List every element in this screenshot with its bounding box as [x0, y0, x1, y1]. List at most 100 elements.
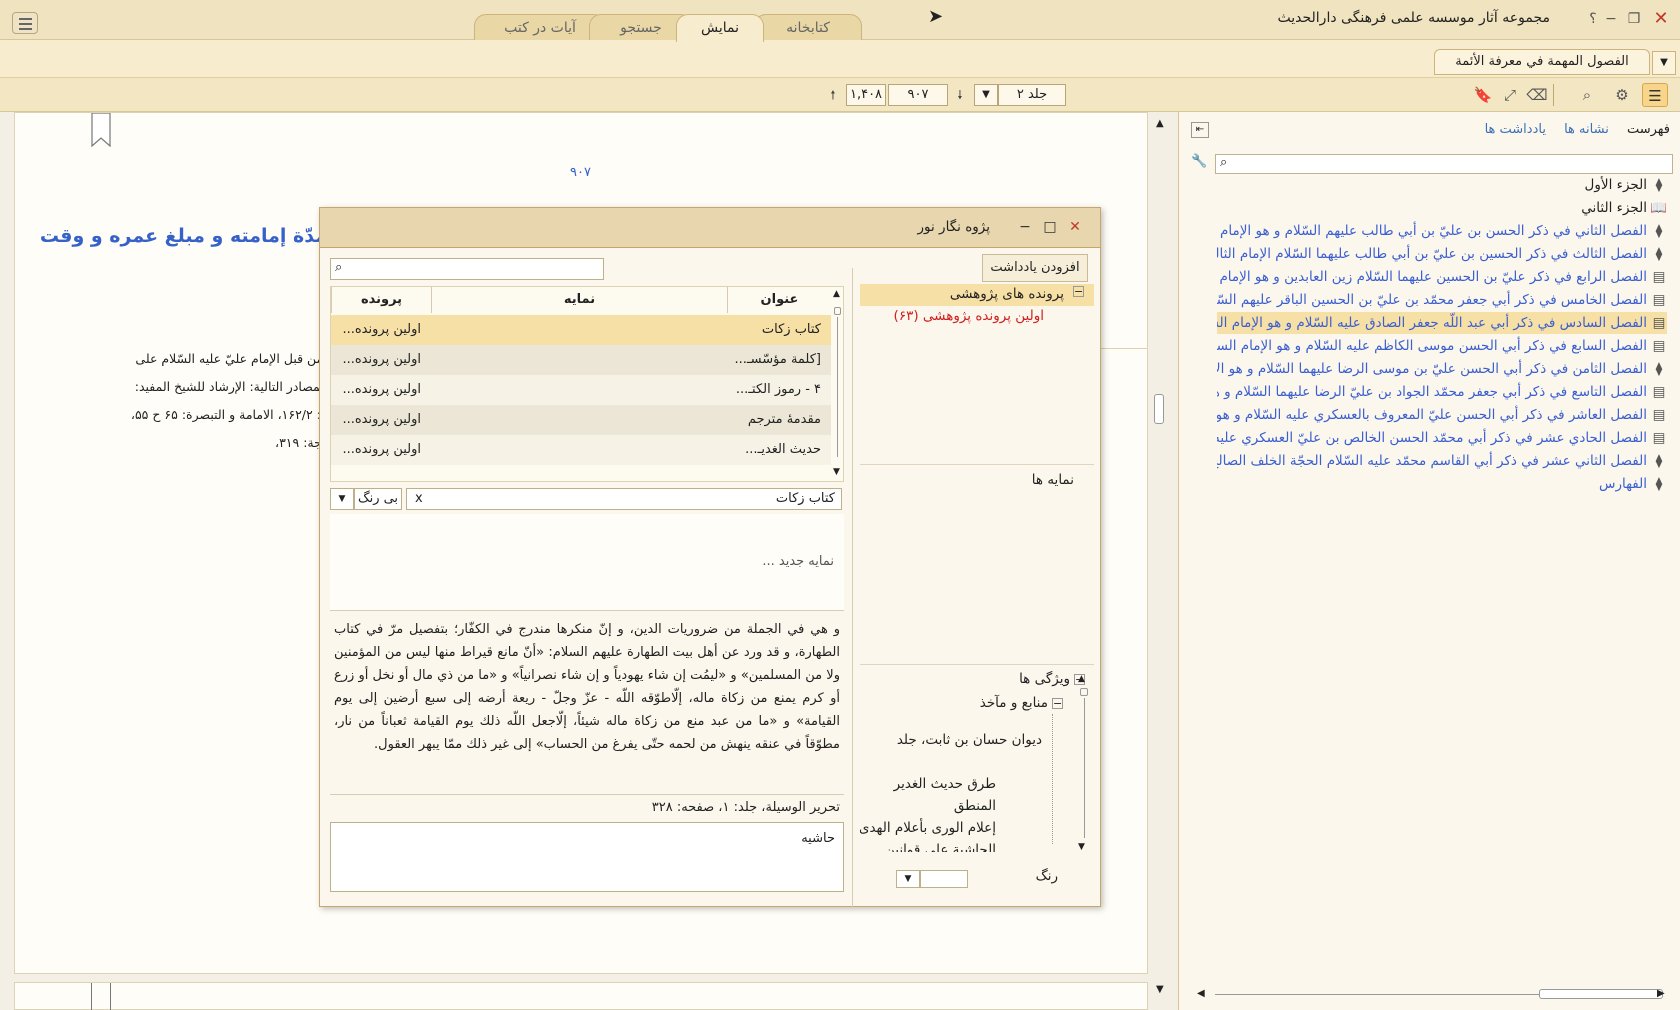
- column-header-file[interactable]: پرونده پژوهشی: [331, 287, 431, 333]
- toc-search-input[interactable]: ⌕: [1215, 154, 1673, 174]
- toc-item[interactable]: ⧫ الفصل الثالث في ذكر الحسين بن عليّ بن أ…: [1217, 243, 1667, 265]
- page-icon: ▤: [1652, 315, 1666, 331]
- settings-button[interactable]: ⚙: [1609, 83, 1635, 107]
- collapse-icon[interactable]: −: [1073, 286, 1084, 297]
- page-down-button[interactable]: 🠗: [950, 84, 970, 106]
- research-files-header[interactable]: − پرونده های پژوهشی: [860, 284, 1094, 306]
- arrow-left-icon[interactable]: ◀: [1197, 988, 1205, 999]
- book-title: الفصول المهمة في معرفة الأئمة: [1455, 54, 1629, 69]
- table-row[interactable]: [کلمة مؤسّسـ... اولین پرونده...: [331, 345, 831, 375]
- add-note-button[interactable]: افزودن یادداشت: [982, 254, 1088, 282]
- button-label: افزودن یادداشت: [990, 260, 1080, 275]
- color-select[interactable]: بی رنگ: [354, 488, 402, 510]
- footnote-textarea[interactable]: حاشیه: [330, 822, 844, 892]
- panel-collapse-button[interactable]: ⇤: [1191, 122, 1209, 138]
- arrow-up-icon[interactable]: ▲: [1078, 674, 1085, 684]
- restore-button[interactable]: ❐: [1623, 9, 1645, 29]
- tab-library[interactable]: کتابخانه: [754, 14, 862, 41]
- toc-item[interactable]: ⧫ الفصل الثاني عشر في ذكر أبي القاسم محمّ…: [1217, 450, 1667, 472]
- volume-selector[interactable]: جلد ۲: [998, 84, 1066, 106]
- toc-item[interactable]: ▤ الفصل السادس في ذكر أبي عبد اللّه جعفر …: [1217, 312, 1667, 334]
- clear-title-button[interactable]: x: [415, 489, 423, 509]
- scroll-thumb[interactable]: [1080, 688, 1088, 696]
- dialog-title-bar[interactable]: پژوه نگار نور − □ ✕: [320, 208, 1100, 248]
- note-title-value: کتاب زکات: [775, 491, 835, 506]
- source-item[interactable]: إعلام الورى بأعلام الهدى: [860, 820, 996, 836]
- arrow-up-icon[interactable]: ▲: [833, 289, 840, 299]
- color-input[interactable]: [920, 870, 968, 888]
- new-index-link[interactable]: نمایه جدید ...: [762, 554, 834, 569]
- note-title-input[interactable]: کتاب زکات x: [406, 488, 842, 510]
- scroll-thumb[interactable]: [834, 307, 841, 315]
- index-area[interactable]: نمایه جدید ...: [330, 514, 844, 610]
- color-dropdown-arrow[interactable]: ▼: [330, 488, 354, 510]
- column-header-index[interactable]: نمایه: [431, 287, 727, 313]
- table-row[interactable]: ۴ - رموز الکتـ... اولین پرونده...: [331, 375, 831, 405]
- properties-scrollbar[interactable]: ▲ ▼: [1078, 674, 1092, 854]
- main-menu-button[interactable]: [12, 12, 38, 34]
- toc-item[interactable]: ▤ الفصل التاسع في ذكر أبي جعفر محمّد الجو…: [1217, 381, 1667, 403]
- book-selector-dropdown[interactable]: ▼: [1652, 51, 1676, 75]
- minimize-button[interactable]: −: [1600, 9, 1622, 29]
- table-row[interactable]: مقدمهٔ مترجم اولین پرونده...: [331, 405, 831, 435]
- source-item[interactable]: المنطق: [954, 798, 996, 814]
- arrow-down-icon[interactable]: ▼: [833, 467, 840, 477]
- search-button[interactable]: ⌕: [1574, 83, 1600, 107]
- arrow-right-icon[interactable]: ▶: [1657, 988, 1665, 999]
- scroll-thumb[interactable]: [1539, 989, 1663, 999]
- table-scrollbar[interactable]: ▲ ▼: [831, 287, 843, 481]
- collapse-icon[interactable]: −: [1052, 698, 1063, 709]
- scroll-thumb[interactable]: [1154, 394, 1164, 424]
- wrench-button[interactable]: 🔧: [1191, 154, 1207, 169]
- toc-item[interactable]: ▤ الفصل الخامس في ذكر أبي جعفر محمّد بن ع…: [1217, 289, 1667, 311]
- cell-file: اولین پرونده...: [342, 352, 421, 367]
- bookmark-ribbon-icon[interactable]: [91, 113, 111, 148]
- toc-item[interactable]: ⧫ الجزء الأول: [1585, 174, 1667, 196]
- column-header-title[interactable]: عنوان: [727, 287, 831, 313]
- eraser-button[interactable]: ⌫: [1524, 83, 1550, 107]
- close-button[interactable]: ✕: [1650, 9, 1672, 29]
- toc-item[interactable]: ▤ الفصل السابع في ذكر أبي الحسن موسى الكا…: [1217, 335, 1667, 357]
- dialog-divider: [852, 268, 853, 908]
- toc-item[interactable]: ▤ الفصل الرابع في ذكر عليّ بن الحسين عليه…: [1217, 266, 1667, 288]
- research-file-item[interactable]: اولین پرونده پژوهشی (۶۳): [894, 308, 1044, 324]
- toc-item[interactable]: ⧫ الفصل الثامن في ذكر أبي الحسن عليّ بن م…: [1217, 358, 1667, 380]
- book-selector[interactable]: الفصول المهمة في معرفة الأئمة: [1434, 49, 1650, 75]
- table-row[interactable]: کتاب زکات اولین پرونده...: [331, 315, 831, 345]
- mouse-cursor-icon: ➤: [928, 6, 944, 27]
- arrow-up-icon[interactable]: ▲: [1156, 118, 1164, 129]
- tab-notes[interactable]: یادداشت ها: [1485, 122, 1546, 137]
- bookmark-button[interactable]: 🔖: [1470, 83, 1496, 107]
- toc-item[interactable]: ▤ الفصل الحادي عشر في ذكر أبي محمّد الحسن…: [1217, 427, 1667, 449]
- table-row[interactable]: حدیث الغدیـ... اولین پرونده...: [331, 435, 831, 465]
- dialog-close-button[interactable]: ✕: [1065, 218, 1085, 238]
- source-item[interactable]: طرق حدیث الغدیر: [894, 776, 996, 792]
- source-item[interactable]: دیوان حسان بن ثابت، جلد: [897, 732, 1042, 748]
- source-item[interactable]: الحاشية على قوانين: [885, 842, 996, 852]
- tab-display[interactable]: نمایش: [676, 14, 764, 42]
- panel-tabs: فهرست نشانه ها یادداشت ها: [1471, 122, 1670, 137]
- volume-dropdown[interactable]: ▼: [974, 84, 998, 106]
- document-scrollbar[interactable]: ▲ ▼: [1150, 112, 1174, 1002]
- tab-toc[interactable]: فهرست: [1627, 122, 1670, 137]
- arrow-down-icon[interactable]: ▼: [1078, 842, 1085, 852]
- dialog-search-input[interactable]: ⌕: [330, 258, 604, 280]
- tab-ayat[interactable]: آیات در کتب: [474, 14, 606, 41]
- note-text[interactable]: و هي في الجملة من ضروريات الدين، و إنّ م…: [330, 618, 844, 788]
- toc-item[interactable]: ⧫ الفصل الثاني في ذكر الحسن بن عليّ بن أب…: [1217, 220, 1667, 242]
- close-icon: ✕: [1653, 8, 1669, 29]
- toc-button[interactable]: ☰: [1642, 83, 1668, 107]
- cell-title: ۴ - رموز الکتـ...: [735, 382, 821, 397]
- toc-item[interactable]: ▤ الفصل العاشر في ذكر أبي الحسن عليّ المع…: [1217, 404, 1667, 426]
- toc-item[interactable]: 📖الجزء الثاني: [1581, 197, 1667, 219]
- dialog-minimize-button[interactable]: −: [1015, 218, 1035, 238]
- toc-horizontal-scrollbar[interactable]: ◀ ▶: [1193, 988, 1673, 1002]
- arrow-down-icon[interactable]: ▼: [1156, 984, 1164, 995]
- dialog-maximize-button[interactable]: □: [1040, 218, 1060, 238]
- toc-item[interactable]: ⧫ الفهارس: [1599, 473, 1667, 495]
- color-dropdown-arrow[interactable]: ▼: [896, 870, 920, 888]
- page-number-input[interactable]: ۹۰۷: [888, 84, 948, 106]
- fullscreen-button[interactable]: ⤢: [1497, 83, 1523, 107]
- page-up-button[interactable]: 🠕: [823, 84, 843, 106]
- tab-bookmarks[interactable]: نشانه ها: [1564, 122, 1609, 137]
